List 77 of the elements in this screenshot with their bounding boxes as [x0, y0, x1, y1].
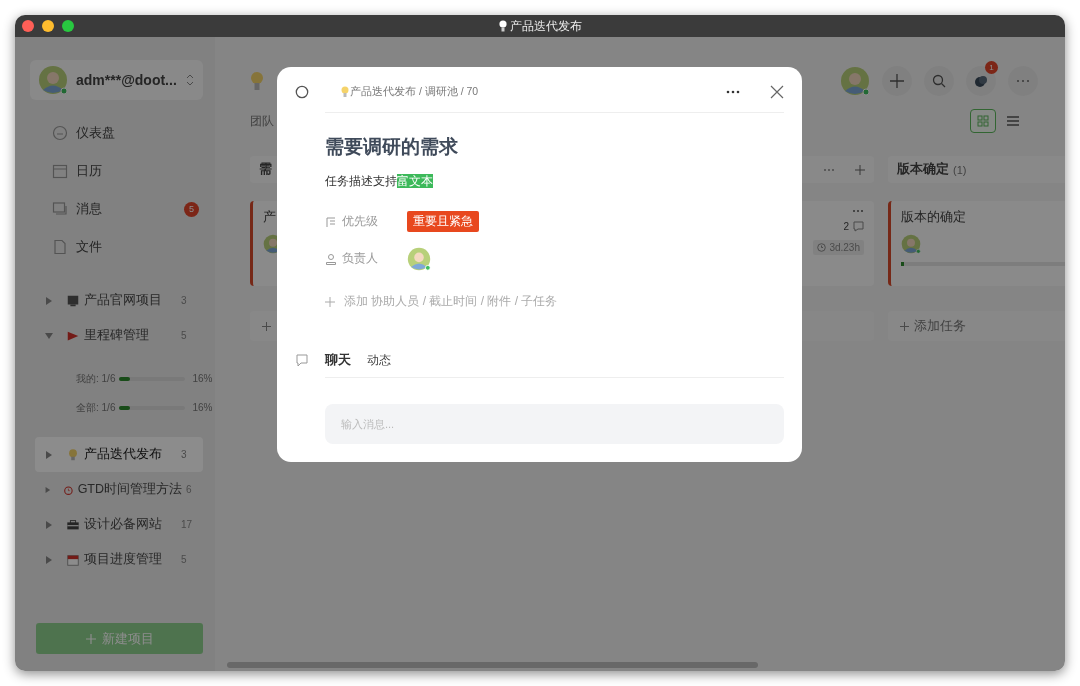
tab[interactable]: 聊天 [325, 351, 351, 369]
chat-bubbles-icon [974, 74, 988, 88]
circle-checkbox-icon [295, 84, 309, 99]
task-description: 任务描述支持富文本 [325, 173, 434, 190]
add-details-button[interactable]: 添加 协助人员 / 截止时间 / 附件 / 子任务 [325, 293, 784, 310]
search-button[interactable] [924, 66, 954, 96]
task-card[interactable]: 版本的确定 [888, 201, 1065, 286]
lightbulb-icon [341, 86, 349, 97]
progress-percent: 16% [192, 402, 213, 413]
lightbulb-icon [66, 447, 80, 462]
plus-icon [262, 321, 271, 331]
breadcrumb[interactable]: 产品迭代发布 / 调研池 / 70 [350, 84, 479, 99]
lightbulb-icon [498, 20, 507, 32]
field-label: 负责人 [342, 250, 379, 267]
priority-tag[interactable]: 重要且紧急 [407, 211, 479, 232]
plus-icon [85, 633, 96, 644]
nav-item[interactable]: 文件 [15, 228, 215, 266]
card-title: 版本的确定 [901, 209, 966, 226]
assignee-avatar [901, 234, 921, 254]
nav-item[interactable]: 消息 5 [15, 190, 215, 228]
user-icon [325, 252, 337, 265]
progress-percent: 16% [192, 373, 213, 384]
unread-badge: 5 [184, 201, 199, 217]
task-title: 需要调研的需求 [325, 135, 459, 159]
window-title: 产品迭代发布 [509, 17, 582, 35]
column-title: 需 [259, 161, 272, 178]
close-window-button[interactable] [22, 20, 34, 32]
monitor-icon [66, 293, 80, 308]
plus-icon [900, 321, 909, 331]
zoom-window-button[interactable] [62, 20, 74, 32]
more-icon [852, 209, 864, 213]
stat-label: 我的: 1/6 [76, 371, 116, 386]
plus-icon [325, 296, 335, 307]
dashboard-icon [52, 125, 68, 141]
comment-count: 2 [843, 221, 849, 232]
tab-label[interactable]: 团队 [250, 112, 274, 130]
assignee-avatar [407, 246, 431, 271]
column-title: 版本确定 [897, 161, 949, 178]
more-icon [1016, 79, 1030, 83]
search-icon [932, 74, 946, 88]
tab[interactable]: 动态 [367, 351, 391, 369]
add-button[interactable] [882, 66, 912, 96]
column-count: (1) [953, 163, 967, 176]
lightbulb-icon [250, 71, 264, 91]
plus-icon [890, 74, 904, 88]
calendar-icon [52, 163, 68, 179]
chevron-up-down-icon [185, 73, 195, 87]
minimize-window-button[interactable] [42, 20, 54, 32]
nav-item[interactable]: 日历 [15, 152, 215, 190]
account-name: adm***@doot... [76, 72, 177, 88]
progress-bar [119, 376, 186, 381]
grid-icon [977, 115, 989, 127]
card-title: 产 [263, 209, 276, 226]
notifications-button[interactable] [966, 66, 996, 96]
notification-badge: 1 [985, 61, 998, 74]
avatar [38, 65, 68, 95]
chat-icon [295, 353, 309, 367]
scrollbar[interactable] [227, 662, 758, 668]
briefcase-icon [66, 517, 80, 532]
plus-icon [855, 164, 865, 175]
close-icon[interactable] [770, 84, 784, 99]
field-label: 优先级 [342, 213, 379, 230]
more-icon [823, 167, 835, 172]
nav-item[interactable]: 仪表盘 [15, 114, 215, 152]
project-item[interactable]: 产品迭代发布 3 [35, 437, 203, 472]
more-icon[interactable] [726, 89, 740, 94]
file-icon [52, 239, 68, 255]
list-icon [1007, 116, 1019, 126]
message-icon [52, 201, 68, 217]
comment-icon [853, 221, 864, 232]
progress-bar [119, 405, 186, 410]
board-view-toggle[interactable] [970, 109, 996, 133]
calendar-icon [66, 552, 80, 567]
priority-icon [325, 215, 337, 228]
clock-icon [817, 243, 827, 252]
account-switcher[interactable]: adm***@doot... [30, 60, 203, 100]
user-avatar [840, 66, 870, 96]
